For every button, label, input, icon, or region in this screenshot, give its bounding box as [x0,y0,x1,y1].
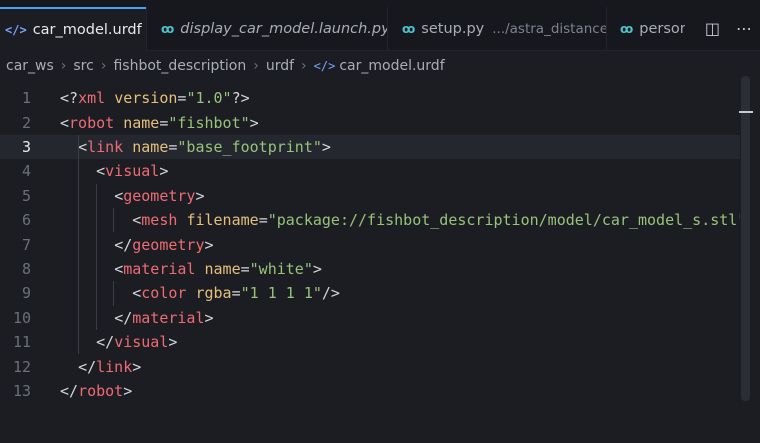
tab-label: person_ [639,21,685,37]
tab-bar: </> car_model.urdf × ꝏ display_car_model… [0,0,760,51]
code-text: </robot> [60,381,133,400]
line-number: 2 [21,113,31,132]
code-text: <?xml version="1.0"?> [60,89,250,108]
code-text: <geometry> [114,186,205,205]
tab-label: setup.py [421,21,485,37]
code-text: <link name="base_footprint"> [78,137,331,156]
code-line[interactable]: 2 <robot name="fishbot"> [0,110,740,134]
code-text: </material> [114,308,214,327]
code-line[interactable]: 7 </geometry> [0,232,740,256]
line-number: 13 [12,381,31,400]
code-text: <mesh filename="package://fishbot_descri… [132,211,740,230]
chevron-right-icon: › [60,58,67,74]
code-line[interactable]: 11 </visual> [0,330,740,354]
more-actions-icon[interactable]: ⋯ [736,19,752,38]
code-line[interactable]: 4 <visual> [0,159,740,183]
tab-display-car-model-launch[interactable]: ꝏ display_car_model.launch.py [147,7,387,51]
vertical-scrollbar[interactable] [741,76,750,401]
code-line[interactable]: 12 </link> [0,354,740,378]
line-number: 1 [21,89,31,108]
line-number: 5 [21,186,31,205]
line-number: 6 [21,211,31,230]
line-number: 7 [21,235,31,254]
scrollbar-cursor-marker [739,111,753,113]
code-text: <color rgba="1 1 1 1"/> [132,284,340,303]
python-file-icon: ꝏ [620,22,634,36]
line-number: 12 [12,357,31,376]
line-number: 8 [21,259,31,278]
python-file-icon: ꝏ [402,22,416,36]
line-number: 11 [12,333,31,352]
indent-guide [78,134,79,355]
code-line[interactable]: 6 <mesh filename="package://fishbot_desc… [0,208,740,232]
code-text: <material name="white"> [114,259,322,278]
code-line[interactable]: 10 </material> [0,306,740,330]
chevron-right-icon: › [253,58,259,74]
code-text: </link> [78,357,142,376]
code-text: <visual> [96,162,169,181]
editor-actions: ◫ ⋯ [705,19,752,38]
split-editor-icon[interactable]: ◫ [705,19,720,38]
code-line[interactable]: 1 <?xml version="1.0"?> [0,86,740,110]
xml-file-icon: </> [5,23,27,37]
xml-file-icon: </> [313,59,336,73]
tab-description: .../astra_distance [492,21,606,37]
code-line[interactable]: 13 </robot> [0,379,740,403]
tab-label: car_model.urdf [32,22,142,38]
indent-guide [96,183,97,330]
tab-label: display_car_model.launch.py [180,21,387,37]
code-line[interactable]: 8 <material name="white"> [0,257,740,281]
python-file-icon: ꝏ [161,22,175,36]
tab-person[interactable]: ꝏ person_ [607,7,685,51]
breadcrumb-item[interactable]: src [73,58,93,74]
indent-guide [113,281,114,306]
chevron-right-icon: › [100,58,107,74]
code-text: <robot name="fishbot"> [60,113,259,132]
breadcrumb-item[interactable]: car_model.urdf [339,58,444,74]
tab-car-model-urdf[interactable]: </> car_model.urdf × [0,7,146,51]
code-line[interactable]: 3 <link name="base_footprint"> [0,134,740,160]
indent-guide [113,208,114,233]
breadcrumb: car_ws › src › fishbot_description › urd… [0,52,445,80]
breadcrumb-item[interactable]: fishbot_description [113,58,246,74]
line-number: 10 [12,308,31,327]
tab-setup-py[interactable]: ꝏ setup.py .../astra_distance [388,7,606,51]
line-number: 4 [21,162,31,181]
breadcrumb-item[interactable]: urdf [266,58,294,74]
code-line[interactable]: 5 <geometry> [0,184,740,208]
code-editor[interactable]: 1 <?xml version="1.0"?> 2 <robot name="fish… [0,85,740,443]
code-text: </geometry> [114,235,214,254]
line-number: 9 [21,284,31,303]
line-number: 3 [21,137,31,156]
chevron-right-icon: › [301,58,307,74]
code-line[interactable]: 9 <color rgba="1 1 1 1"/> [0,281,740,305]
breadcrumb-item[interactable]: car_ws [6,58,54,74]
